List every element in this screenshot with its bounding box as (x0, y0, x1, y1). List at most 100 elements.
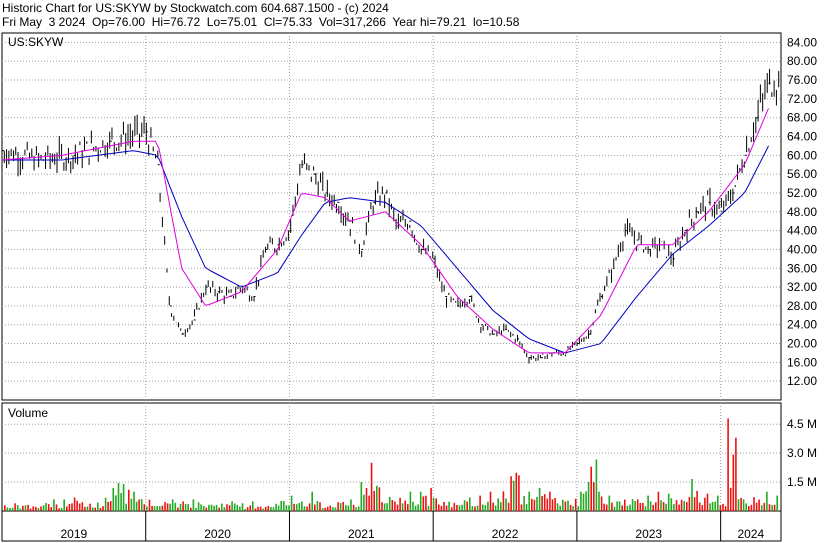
volume-bar (378, 487, 381, 511)
volume-bar (642, 503, 644, 511)
volume-bar (448, 501, 450, 511)
volume-bar (500, 502, 502, 511)
volume-bar (740, 497, 742, 511)
volume-bar (497, 498, 499, 511)
volume-bar (474, 506, 476, 511)
volume-bar (598, 491, 600, 511)
volume-bar (45, 503, 47, 511)
volume-bar (662, 502, 665, 511)
volume-bar (293, 503, 295, 511)
volume-bar (135, 501, 138, 511)
volume-bar (218, 507, 220, 511)
volume-bar (484, 505, 487, 511)
volume-bar (99, 508, 102, 511)
year-label: 2019 (61, 527, 88, 541)
volume-bar (750, 504, 753, 511)
volume-bar (419, 491, 422, 511)
price-tick-label: 84.00 (787, 35, 817, 49)
year-label: 2021 (348, 527, 375, 541)
volume-bar (543, 494, 546, 511)
volume-bar (363, 494, 365, 511)
volume-bar (440, 506, 443, 511)
volume-bar (357, 506, 360, 511)
price-tick-label: 12.00 (787, 374, 817, 388)
volume-bar (262, 508, 264, 511)
volume-bar (520, 504, 523, 511)
volume-bar (143, 504, 146, 511)
volume-bar (171, 499, 174, 511)
volume-bar (688, 496, 691, 511)
volume-bar (673, 504, 675, 511)
volume-bar (267, 505, 270, 511)
volume-bar (412, 501, 414, 511)
volume-bar (626, 505, 629, 511)
volume-bar (319, 502, 321, 511)
volume-bar (306, 506, 308, 511)
volume-bar (368, 495, 370, 511)
volume-bar (73, 497, 76, 511)
volume-bar (559, 505, 561, 511)
volume-bar (347, 505, 350, 511)
volume-bar (104, 497, 107, 511)
volume-bar (205, 507, 208, 511)
volume-bar (678, 504, 680, 511)
volume-bar (288, 505, 290, 511)
year-label: 2024 (737, 527, 764, 541)
volume-bar (365, 488, 368, 511)
volume-bar (11, 507, 14, 511)
volume-bar (151, 505, 153, 511)
volume-bar (481, 504, 484, 511)
volume-bar (582, 493, 585, 511)
volume-bar (161, 505, 164, 511)
volume-bar (461, 504, 463, 511)
volume-bar (94, 507, 96, 511)
volume-bar (554, 498, 556, 511)
volume-bar (768, 504, 771, 511)
volume-bar (298, 503, 301, 511)
volume-bar (66, 506, 68, 511)
volume-bar (252, 501, 254, 511)
volume-bar (42, 505, 45, 511)
volume-bar (531, 498, 533, 511)
volume-bar (115, 495, 117, 511)
volume-bar (200, 504, 202, 511)
volume-bar (386, 503, 388, 511)
volume-bar (16, 505, 19, 511)
volume-bar (164, 502, 166, 511)
volume-bar (577, 506, 580, 511)
volume-bar (471, 506, 474, 511)
volume-bar (567, 500, 569, 511)
price-tick-label: 32.00 (787, 280, 817, 294)
volume-bar (616, 501, 618, 511)
price-tick-label: 28.00 (787, 299, 817, 313)
volume-bar (624, 499, 626, 511)
volume-bar (179, 503, 182, 511)
volume-bar (450, 507, 453, 511)
volume-bar (58, 508, 60, 511)
volume-bar (701, 505, 704, 511)
price-panel (1, 32, 782, 401)
volume-tick-label: 4.5 M (787, 417, 817, 431)
volume-bar (360, 482, 363, 511)
volume-bar (334, 507, 337, 511)
volume-bar (166, 503, 169, 511)
volume-bar (9, 508, 11, 511)
volume-bar (370, 462, 373, 511)
volume-bar (680, 499, 683, 511)
volume-bar (665, 503, 667, 511)
volume-bar (241, 503, 244, 511)
volume-bar (574, 498, 577, 511)
volume-bar (515, 472, 518, 511)
volume-bar (308, 503, 311, 511)
volume-bar (742, 499, 745, 511)
volume-bar (102, 506, 104, 511)
volume-bar (277, 505, 280, 511)
volume-bar (691, 479, 693, 511)
volume-bar (316, 501, 319, 511)
volume-bar (182, 501, 184, 511)
volume-bar (321, 508, 324, 511)
volume-bar (569, 504, 572, 511)
price-tick-label: 52.00 (787, 186, 817, 200)
volume-bar (709, 503, 711, 511)
volume-bar (345, 505, 347, 511)
